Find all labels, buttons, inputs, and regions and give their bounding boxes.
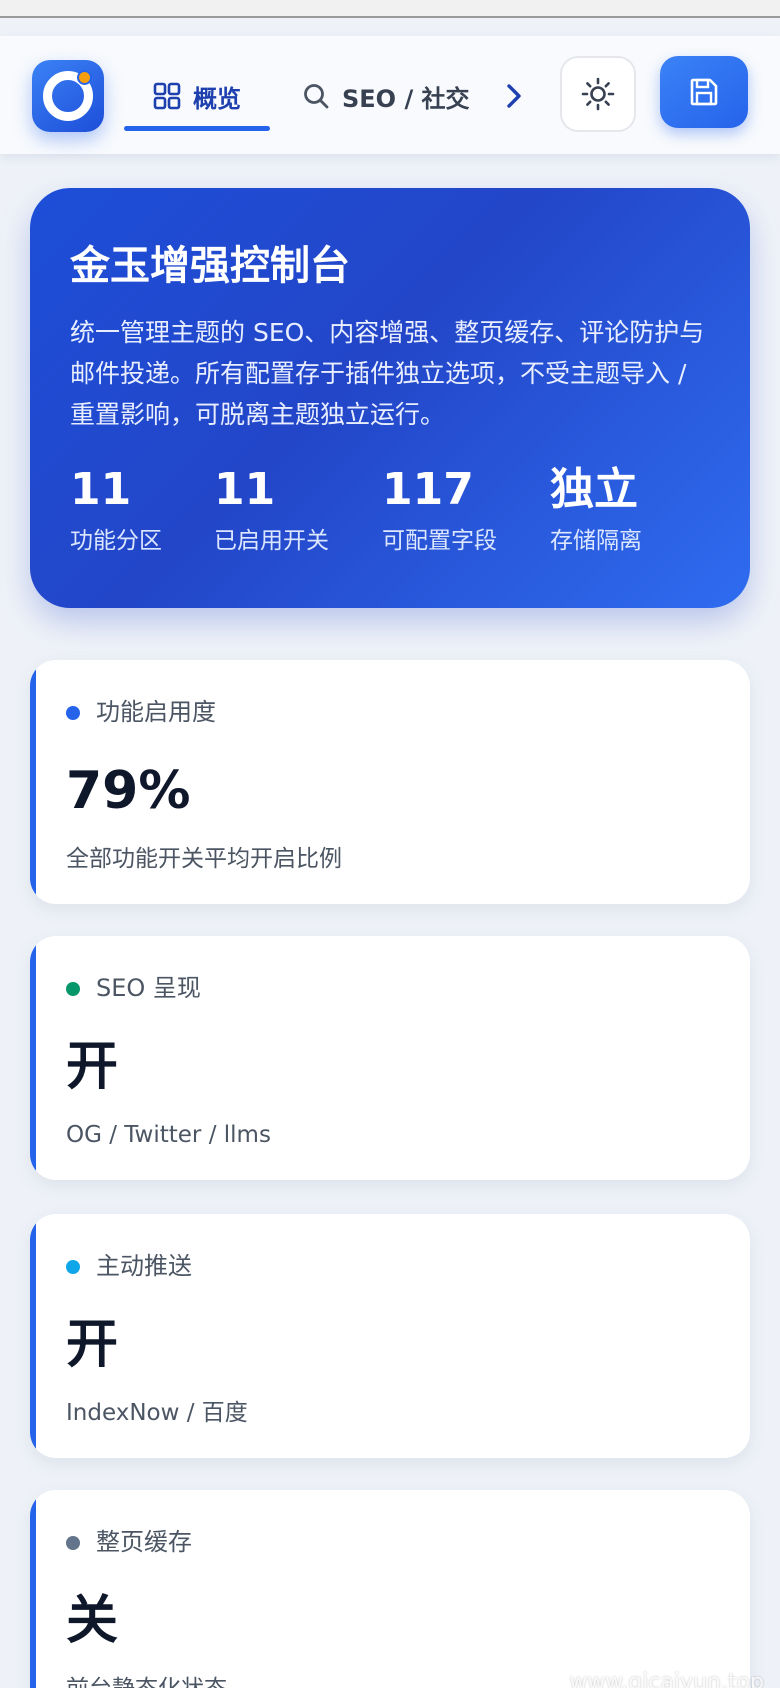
hero-description: 统一管理主题的 SEO、内容增强、整页缓存、评论防护与邮件投递。所有配置存于插件… — [70, 318, 705, 429]
card-feature-enable-rate[interactable]: 功能启用度 79% 全部功能开关平均开启比例 — [30, 660, 750, 904]
stat-enabled-switches: 11 已启用开关 — [214, 464, 329, 556]
app-logo[interactable] — [32, 60, 104, 132]
card-subtitle: IndexNow / 百度 — [66, 1400, 248, 1426]
tabs-next-button[interactable] — [496, 72, 532, 120]
stat-label: 已启用开关 — [214, 528, 329, 554]
card-label: 整页缓存 — [96, 1528, 192, 1556]
card-label: SEO 呈现 — [96, 974, 201, 1002]
watermark-text: www.qicaiyun.top — [569, 1670, 764, 1688]
card-value: 开 — [66, 1315, 119, 1375]
chevron-right-icon — [507, 84, 521, 108]
stat-configurable-fields: 117 可配置字段 — [382, 464, 497, 556]
card-accent-bar — [30, 1490, 36, 1688]
tab-seo-social[interactable]: SEO / 社交 — [302, 60, 482, 132]
card-subtitle: OG / Twitter / llms — [66, 1122, 271, 1148]
card-accent-bar — [30, 660, 36, 904]
stat-value: 11 — [214, 464, 276, 515]
stat-value: 独立 — [550, 464, 638, 515]
card-value: 开 — [66, 1037, 119, 1097]
stat-label: 存储隔离 — [550, 528, 642, 554]
card-subtitle: 全部功能开关平均开启比例 — [66, 846, 342, 872]
tab-overview[interactable]: 概览 — [124, 60, 270, 132]
page-title: 金玉增强控制台 — [70, 243, 350, 289]
stat-label: 功能分区 — [70, 528, 162, 554]
card-accent-bar — [30, 936, 36, 1180]
card-subtitle: 前台静态化状态 — [66, 1674, 227, 1688]
hero-banner: 金玉增强控制台 统一管理主题的 SEO、内容增强、整页缓存、评论防护与邮件投递。… — [30, 188, 750, 608]
search-icon — [304, 84, 329, 109]
stat-sections: 11 功能分区 — [70, 464, 162, 556]
card-label: 功能启用度 — [96, 698, 216, 726]
tab-seo-social-label: SEO / 社交 — [342, 84, 470, 113]
card-seo-presentation[interactable]: SEO 呈现 开 OG / Twitter / llms — [30, 936, 750, 1180]
card-page-cache[interactable]: 整页缓存 关 前台静态化状态 — [30, 1490, 750, 1688]
status-dot-icon — [66, 982, 80, 996]
save-button[interactable] — [660, 56, 748, 128]
theme-toggle-button[interactable] — [560, 56, 636, 132]
status-dot-icon — [66, 706, 80, 720]
status-dot-icon — [66, 1260, 80, 1274]
card-accent-bar — [30, 1214, 36, 1458]
status-dot-icon — [66, 1536, 80, 1550]
browser-toolbar-strip — [0, 0, 780, 18]
card-label: 主动推送 — [96, 1252, 192, 1280]
active-tab-indicator — [124, 126, 270, 131]
card-value: 79% — [66, 761, 191, 821]
card-value: 关 — [66, 1591, 119, 1651]
stat-label: 可配置字段 — [382, 528, 497, 554]
stat-value: 11 — [70, 464, 132, 515]
stat-storage-isolation: 独立 存储隔离 — [550, 464, 642, 556]
card-active-push[interactable]: 主动推送 开 IndexNow / 百度 — [30, 1214, 750, 1458]
grid-icon — [153, 82, 181, 110]
save-icon — [690, 78, 718, 106]
stat-value: 117 — [382, 464, 474, 515]
tab-overview-label: 概览 — [193, 84, 241, 113]
sun-icon — [581, 77, 615, 111]
logo-dot-icon — [77, 70, 92, 85]
top-navigation-bar: 概览 SEO / 社交 — [0, 36, 780, 154]
